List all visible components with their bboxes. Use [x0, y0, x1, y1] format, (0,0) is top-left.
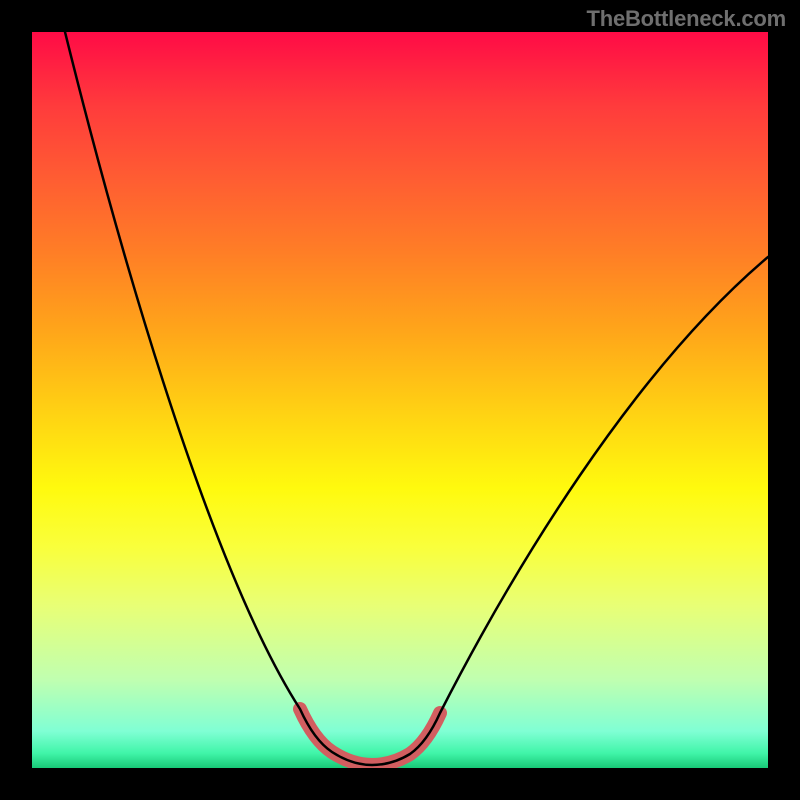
curve-main: [65, 32, 768, 765]
plot-area: [32, 32, 768, 768]
curve-highlight: [300, 709, 440, 765]
bottleneck-curve: [32, 32, 768, 768]
watermark-text: TheBottleneck.com: [586, 6, 786, 32]
chart-container: TheBottleneck.com: [0, 0, 800, 800]
